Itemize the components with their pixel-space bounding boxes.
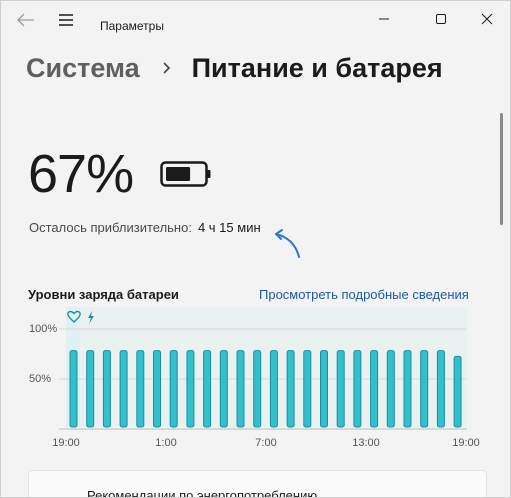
time-remaining-value: 4 ч 15 мин [197,220,261,235]
x-tick-label: 19:00 [52,437,80,449]
page-title: Питание и батарея [191,52,443,83]
chart-bar [420,350,429,428]
scrollbar-thumb[interactable] [500,113,503,225]
chevron-right-icon [163,62,170,74]
chart-bar [186,350,195,428]
chart-bar [69,350,78,428]
chart-bar [203,350,212,428]
maximize-icon[interactable] [417,5,463,33]
back-arrow-icon[interactable] [15,11,37,29]
title-bar: Параметры [1,1,510,37]
card-label: Рекомендации по энергопотреблению [87,488,318,498]
chart-bar [269,350,278,428]
chart-bar [286,350,295,428]
chart-bar [303,350,312,428]
chart-bar [386,350,395,428]
chart-bar [320,350,328,428]
chart-bar [453,355,462,428]
battery-level-chart: 100% 50% 19:00 1:00 7:00 13:00 19:00 [1,301,510,461]
x-tick-label: 13:00 [352,437,380,449]
hamburger-menu-icon[interactable] [56,11,76,29]
chart-bar [370,350,379,428]
time-remaining-label: Осталось приблизительно: [29,220,192,235]
chart-bar [136,350,145,428]
chart-bar [169,350,178,428]
chart-bar [153,350,161,428]
chart-bar [219,350,228,428]
chart-bar [436,350,445,428]
chart-bar [102,350,111,428]
chart-bar [119,350,128,428]
chart-title: Уровни заряда батареи [28,287,179,302]
x-tick-label: 1:00 [155,437,177,449]
breadcrumb: Система Питание и батарея [26,49,443,87]
chart-bar [336,350,345,428]
power-recommendations-card[interactable]: Рекомендации по энергопотреблению [28,470,487,498]
y-tick-label: 50% [29,373,52,385]
chart-bar [236,350,245,428]
annotation-arrow-icon [275,229,300,258]
close-icon[interactable] [463,5,509,33]
breadcrumb-parent[interactable]: Система [26,53,140,84]
chart-bar [403,350,412,428]
chart-bar [86,350,95,428]
x-tick-label: 7:00 [255,437,277,449]
time-remaining: Осталось приблизительно: 4 ч 15 мин [29,220,261,235]
minimize-icon[interactable] [361,5,407,33]
settings-window: Параметры Система Питание и батарея 67% … [0,0,511,498]
chart-bar [353,350,362,428]
battery-percent: 67% [28,144,134,204]
battery-icon [160,161,211,187]
view-details-link[interactable]: Просмотреть подробные сведения [259,287,469,302]
y-tick-label: 100% [29,323,58,335]
chart-bar [253,350,262,428]
window-title: Параметры [100,19,164,33]
x-tick-label: 19:00 [452,437,480,449]
